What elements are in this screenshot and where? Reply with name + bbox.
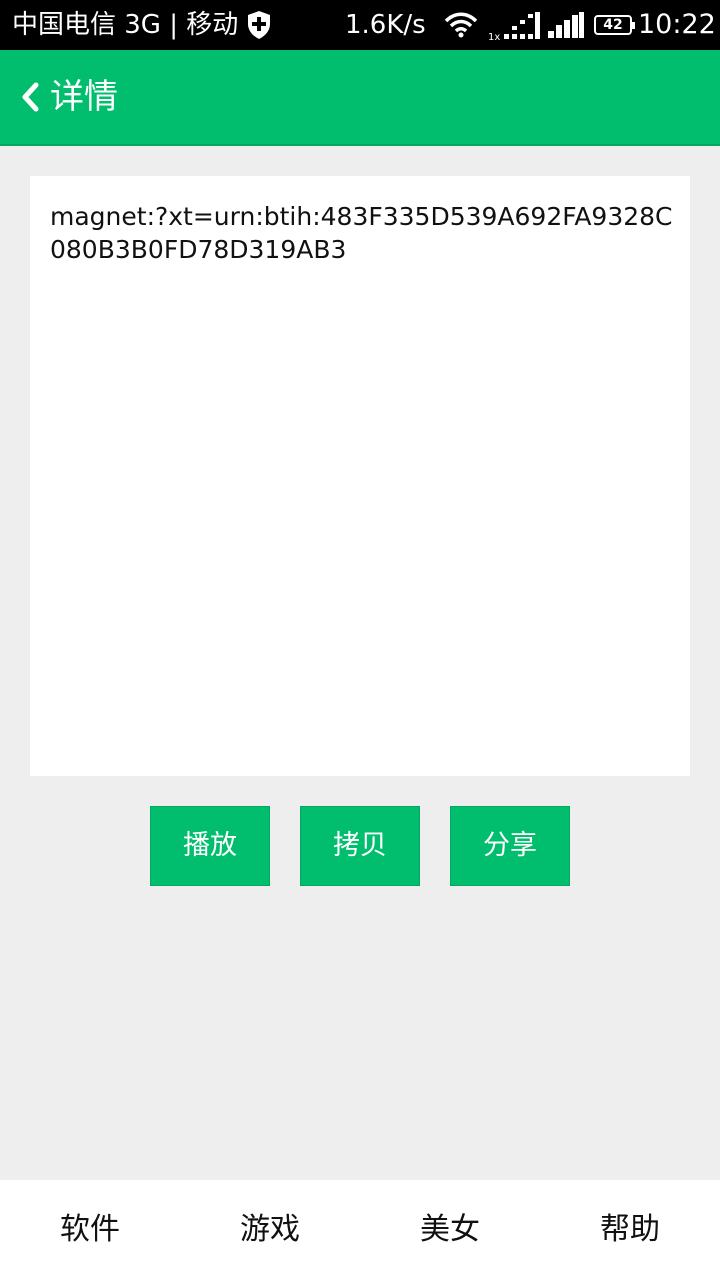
app-bar: 详情 <box>0 50 720 146</box>
net-speed-label: 1.6K/s <box>345 10 426 40</box>
magnet-link-text: magnet:?xt=urn:btih:483F335D539A692FA932… <box>50 202 673 264</box>
nav-item-beauty[interactable]: 美女 <box>360 1180 540 1280</box>
svg-text:1x: 1x <box>488 32 500 42</box>
chevron-left-icon[interactable] <box>20 82 40 112</box>
nav-item-help[interactable]: 帮助 <box>540 1180 720 1280</box>
page-title: 详情 <box>50 77 118 117</box>
share-button[interactable]: 分享 <box>450 806 570 886</box>
status-bar: 中国电信 3G | 移动 1.6K/s 1x 42 10:22 <box>0 0 720 50</box>
cell-signal-icon: 1x <box>488 12 540 42</box>
clock-label: 10:22 <box>638 9 716 40</box>
carrier-label: 中国电信 3G | 移动 <box>12 10 239 40</box>
shield-icon <box>248 11 270 39</box>
bottom-nav: 软件 游戏 美女 帮助 <box>0 1180 720 1280</box>
wifi-icon <box>444 12 478 38</box>
battery-icon: 42 <box>594 15 635 35</box>
nav-item-games[interactable]: 游戏 <box>180 1180 360 1280</box>
copy-button[interactable]: 拷贝 <box>300 806 420 886</box>
nav-item-software[interactable]: 软件 <box>0 1180 180 1280</box>
cell-signal-icon <box>548 12 584 38</box>
play-button[interactable]: 播放 <box>150 806 270 886</box>
detail-card: magnet:?xt=urn:btih:483F335D539A692FA932… <box>30 176 690 776</box>
